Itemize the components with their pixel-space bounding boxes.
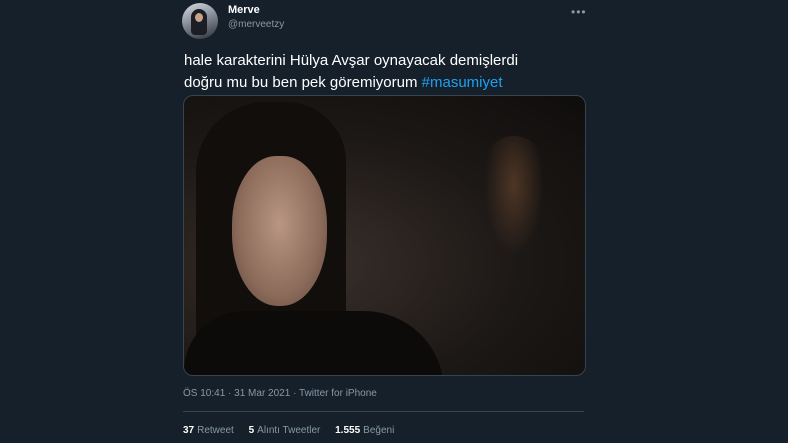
hashtag-link[interactable]: #masumiyet [422, 74, 503, 91]
meta-separator: · [290, 388, 300, 399]
avatar[interactable] [182, 3, 218, 39]
meta-separator: · [225, 388, 235, 399]
quotes-count: 5 [248, 425, 255, 436]
media-shoulder-shape [184, 311, 444, 375]
tweet-stats: 37 Retweet 5 Alıntı Tweetler 1.555 Beğeni [183, 425, 406, 436]
retweets-stat[interactable]: 37 Retweet [183, 425, 234, 436]
divider [183, 411, 584, 412]
avatar-face [195, 13, 203, 22]
tweet-date[interactable]: 31 Mar 2021 [234, 388, 290, 399]
likes-count: 1.555 [335, 425, 361, 436]
background-light [484, 136, 544, 256]
quotes-label: Alıntı Tweetler [257, 425, 321, 436]
tweet-media[interactable] [183, 95, 586, 376]
tweet: Merve @merveetzy ••• hale karakterini Hü… [0, 0, 788, 443]
likes-stat[interactable]: 1.555 Beğeni [335, 425, 394, 436]
author-name[interactable]: Merve [228, 4, 260, 16]
retweets-label: Retweet [197, 425, 234, 436]
tweet-time[interactable]: ÖS 10:41 [183, 388, 225, 399]
tweet-source[interactable]: Twitter for iPhone [299, 388, 377, 399]
likes-label: Beğeni [363, 425, 395, 436]
media-face-shape [232, 156, 327, 306]
quotes-stat[interactable]: 5 Alıntı Tweetler [249, 425, 321, 436]
tweet-text-line1: hale karakterini Hülya Avşar oynayacak d… [184, 52, 519, 69]
tweet-meta: ÖS 10:41 · 31 Mar 2021 · Twitter for iPh… [183, 388, 377, 399]
tweet-text: hale karakterini Hülya Avşar oynayacak d… [184, 50, 584, 94]
author-handle[interactable]: @merveetzy [228, 19, 284, 30]
retweets-count: 37 [183, 425, 195, 436]
tweet-text-line2: doğru mu bu ben pek göremiyorum [184, 74, 422, 91]
more-options-icon[interactable]: ••• [571, 5, 587, 19]
